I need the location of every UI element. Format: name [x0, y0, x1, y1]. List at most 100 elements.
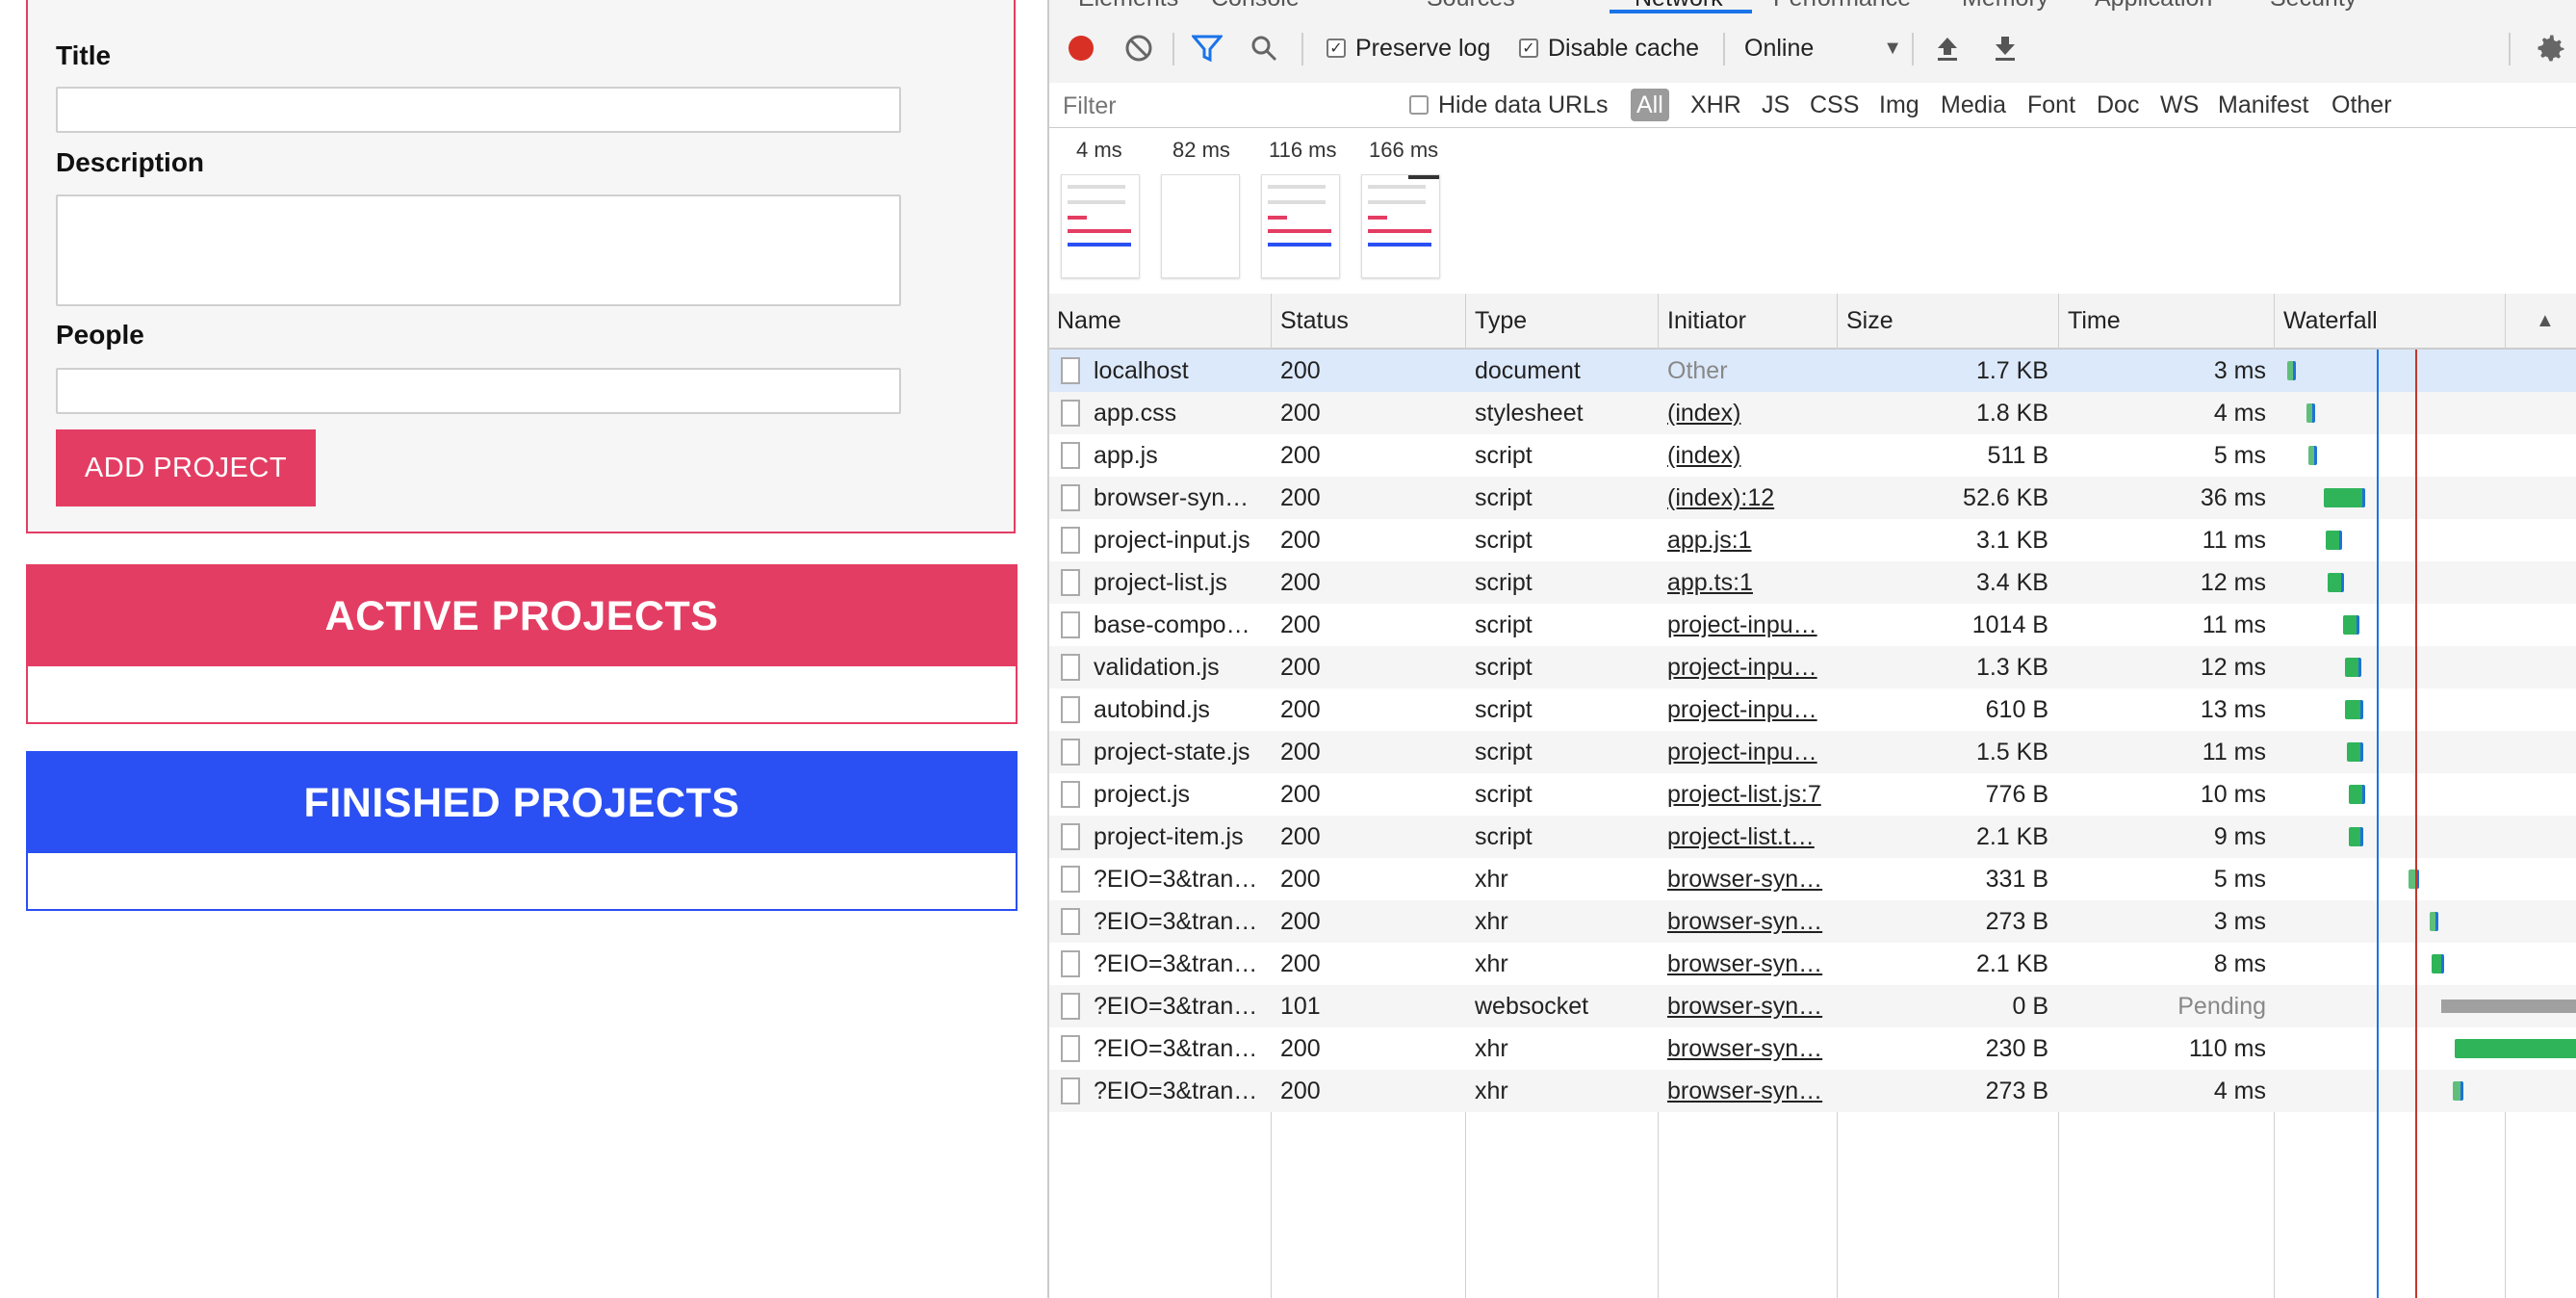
table-row[interactable]: localhost 200 document Other 1.7 KB 3 ms	[1049, 350, 2576, 392]
column-time[interactable]: Time	[2068, 294, 2121, 348]
table-row[interactable]: ?EIO=3&tran… 200 xhr browser-syn… 273 B 4 ms	[1049, 1070, 2576, 1112]
waterfall-bar[interactable]	[2455, 1039, 2576, 1058]
frame-thumbnail[interactable]	[1261, 174, 1340, 278]
table-row[interactable]: ?EIO=3&tran… 200 xhr browser-syn… 230 B 110 m…	[1049, 1027, 2576, 1070]
filter-type-img[interactable]: Img	[1879, 83, 1919, 127]
waterfall-bar[interactable]	[2453, 1081, 2463, 1101]
filter-toggle[interactable]	[1192, 13, 1223, 83]
filter-type-js[interactable]: JS	[1762, 83, 1790, 127]
request-initiator[interactable]: (index)	[1667, 434, 1833, 477]
throttle-select[interactable]: Online ▼	[1744, 13, 1906, 83]
title-input[interactable]	[56, 87, 901, 133]
filter-type-xhr[interactable]: XHR	[1690, 83, 1741, 127]
column-size[interactable]: Size	[1846, 294, 1893, 348]
import-har-button[interactable]	[1935, 13, 1960, 83]
request-initiator[interactable]: app.ts:1	[1667, 561, 1833, 604]
tab-performance[interactable]: Performance	[1773, 0, 1911, 13]
request-initiator[interactable]: browser-syn…	[1667, 985, 1833, 1027]
filter-type-all[interactable]: All	[1631, 89, 1669, 121]
tab-memory[interactable]: Memory	[1962, 0, 2048, 13]
people-input[interactable]	[56, 368, 901, 414]
column-waterfall[interactable]: Waterfall	[2283, 294, 2378, 348]
filter-type-doc[interactable]: Doc	[2097, 83, 2139, 127]
column-initiator[interactable]: Initiator	[1667, 294, 1746, 348]
hide-data-urls-checkbox[interactable]	[1409, 95, 1429, 115]
gear-icon[interactable]	[2534, 31, 2568, 65]
request-initiator[interactable]: project-inpu…	[1667, 688, 1833, 731]
tab-elements[interactable]: Elements	[1078, 0, 1178, 13]
table-row[interactable]: ?EIO=3&tran… 101 websocket browser-syn… 0 B P…	[1049, 985, 2576, 1027]
waterfall-bar[interactable]	[2349, 827, 2363, 846]
column-name[interactable]: Name	[1057, 294, 1121, 348]
add-project-button[interactable]: ADD PROJECT	[56, 429, 316, 506]
disable-cache-checkbox[interactable]: ✓	[1519, 39, 1538, 58]
filter-type-other[interactable]: Other	[2331, 83, 2392, 127]
table-row[interactable]: validation.js 200 script project-inpu… 1.3 K…	[1049, 646, 2576, 688]
tab-console[interactable]: Console	[1211, 0, 1300, 13]
table-row[interactable]: ?EIO=3&tran… 200 xhr browser-syn… 331 B 5 ms	[1049, 858, 2576, 900]
request-initiator[interactable]: browser-syn…	[1667, 900, 1833, 943]
table-row[interactable]: base-compo… 200 script project-inpu… 1014 B 1…	[1049, 604, 2576, 646]
waterfall-bar[interactable]	[2308, 446, 2317, 465]
hide-data-urls-toggle[interactable]: Hide data URLs	[1409, 83, 1608, 127]
waterfall-bar[interactable]	[2326, 531, 2342, 550]
waterfall-bar[interactable]	[2343, 615, 2359, 635]
request-initiator[interactable]: (index)	[1667, 392, 1833, 434]
waterfall-bar[interactable]	[2409, 870, 2419, 889]
request-initiator[interactable]: browser-syn…	[1667, 1027, 1833, 1070]
filter-type-ws[interactable]: WS	[2160, 83, 2199, 127]
search-button[interactable]	[1249, 13, 1278, 83]
column-type[interactable]: Type	[1475, 294, 1527, 348]
waterfall-bar[interactable]	[2287, 361, 2296, 380]
tab-security[interactable]: Security	[2270, 0, 2357, 13]
table-row[interactable]: app.js 200 script (index) 511 B 5 ms	[1049, 434, 2576, 477]
column-status[interactable]: Status	[1280, 294, 1349, 348]
frame-thumbnail[interactable]	[1061, 174, 1140, 278]
filter-type-manifest[interactable]: Manifest	[2218, 83, 2308, 127]
waterfall-bar[interactable]	[2345, 700, 2363, 719]
request-initiator[interactable]: browser-syn…	[1667, 943, 1833, 985]
waterfall-bar[interactable]	[2349, 785, 2365, 804]
frame-thumbnail[interactable]	[1161, 174, 1240, 278]
request-initiator[interactable]: project-list.t…	[1667, 816, 1833, 858]
filter-type-font[interactable]: Font	[2027, 83, 2075, 127]
tab-sources[interactable]: Sources	[1427, 0, 1515, 13]
preserve-log-checkbox[interactable]: ✓	[1327, 39, 1346, 58]
waterfall-bar[interactable]	[2324, 488, 2365, 507]
tab-application[interactable]: Application	[2095, 0, 2212, 13]
export-har-button[interactable]	[1993, 13, 2018, 83]
disable-cache-toggle[interactable]: ✓ Disable cache	[1519, 13, 1699, 83]
request-initiator[interactable]: (index):12	[1667, 477, 1833, 519]
filter-type-media[interactable]: Media	[1941, 83, 2006, 127]
table-row[interactable]: project.js 200 script project-list.js:7 776 …	[1049, 773, 2576, 816]
waterfall-bar[interactable]	[2345, 658, 2361, 677]
request-initiator[interactable]: browser-syn…	[1667, 858, 1833, 900]
description-textarea[interactable]	[56, 195, 901, 306]
table-row[interactable]: project-state.js 200 script project-inpu… 1.…	[1049, 731, 2576, 773]
table-row[interactable]: ?EIO=3&tran… 200 xhr browser-syn… 2.1 KB 8 ms	[1049, 943, 2576, 985]
filter-input[interactable]	[1061, 87, 1392, 125]
sort-up-icon[interactable]: ▲	[2536, 294, 2555, 348]
waterfall-bar[interactable]	[2432, 954, 2444, 974]
table-row[interactable]: app.css 200 stylesheet (index) 1.8 KB 4 ms	[1049, 392, 2576, 434]
request-initiator[interactable]: project-inpu…	[1667, 731, 1833, 773]
filter-type-css[interactable]: CSS	[1810, 83, 1859, 127]
request-initiator[interactable]: project-list.js:7	[1667, 773, 1833, 816]
table-row[interactable]: ?EIO=3&tran… 200 xhr browser-syn… 273 B 3 ms	[1049, 900, 2576, 943]
frame-thumbnail[interactable]	[1361, 174, 1440, 278]
preserve-log-toggle[interactable]: ✓ Preserve log	[1327, 13, 1490, 83]
table-row[interactable]: project-input.js 200 script app.js:1 3.1 KB 1…	[1049, 519, 2576, 561]
table-row[interactable]: project-list.js 200 script app.ts:1 3.4 KB 12…	[1049, 561, 2576, 604]
record-button[interactable]	[1067, 13, 1095, 83]
table-row[interactable]: project-item.js 200 script project-list.t… 2…	[1049, 816, 2576, 858]
request-initiator[interactable]: app.js:1	[1667, 519, 1833, 561]
waterfall-bar[interactable]	[2430, 912, 2438, 931]
table-row[interactable]: browser-syn… 200 script (index):12 52.6 KB 36…	[1049, 477, 2576, 519]
waterfall-bar[interactable]	[2347, 742, 2363, 762]
waterfall-bar[interactable]	[2441, 999, 2576, 1013]
request-initiator[interactable]: project-inpu…	[1667, 604, 1833, 646]
waterfall-bar[interactable]	[2328, 573, 2344, 592]
table-row[interactable]: autobind.js 200 script project-inpu… 610 B 13…	[1049, 688, 2576, 731]
request-initiator[interactable]: project-inpu…	[1667, 646, 1833, 688]
request-initiator[interactable]: browser-syn…	[1667, 1070, 1833, 1112]
